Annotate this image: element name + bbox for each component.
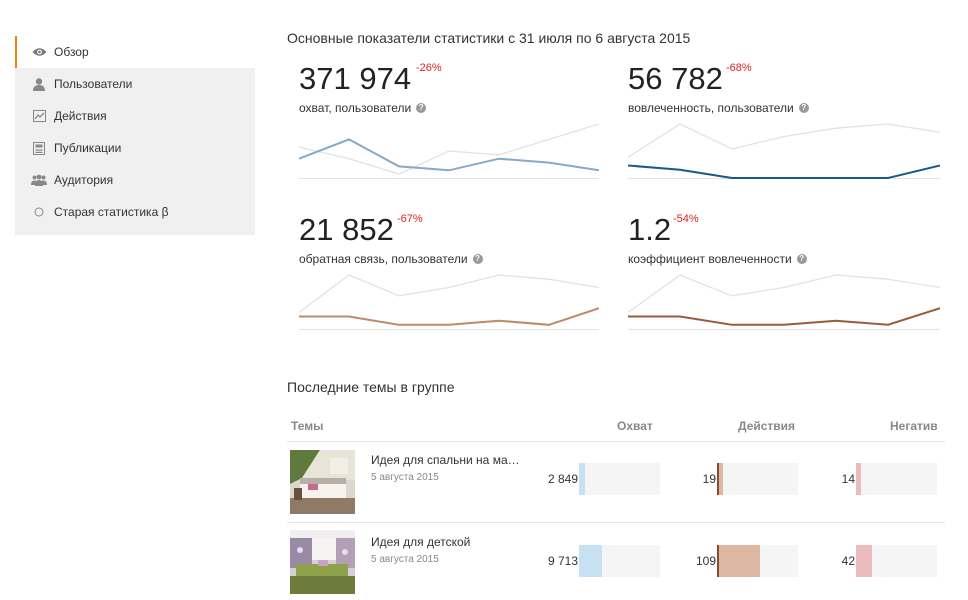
actions-bar bbox=[717, 463, 798, 495]
actions-bar-fill bbox=[717, 545, 760, 577]
topic-title[interactable]: Идея для спальни на ма… bbox=[371, 453, 520, 467]
stat-label-text: охват, пользователи bbox=[299, 101, 412, 115]
negative-value: 14 bbox=[841, 472, 855, 486]
stats-title: Основные показатели статистики с 31 июля… bbox=[287, 30, 691, 46]
sparkline bbox=[299, 123, 599, 179]
sidebar-item-label: Аудитория bbox=[54, 173, 114, 187]
topic-thumbnail[interactable] bbox=[290, 450, 355, 514]
sparkline bbox=[628, 274, 940, 330]
column-header-reach[interactable]: Охват bbox=[617, 419, 653, 433]
group-icon bbox=[31, 172, 47, 188]
stat-card-feedback: 21 852 -67% обратная связь, пользователи… bbox=[287, 213, 599, 345]
help-icon[interactable]: ? bbox=[472, 254, 483, 264]
sidebar-item-label: Старая статистика β bbox=[54, 205, 169, 219]
reach-cell: 2 849 bbox=[537, 463, 660, 495]
stat-value: 1.2 bbox=[628, 212, 672, 247]
stat-delta: -67% bbox=[397, 213, 423, 225]
stat-delta: -68% bbox=[726, 62, 752, 74]
negative-bar-fill bbox=[856, 545, 873, 577]
stat-card-engagement-rate: 1.2 -54% коэффициент вовлеченности? bbox=[616, 212, 940, 345]
stat-value: 371 974 bbox=[299, 61, 412, 96]
actions-bar bbox=[717, 545, 798, 577]
reach-value: 2 849 bbox=[547, 472, 578, 486]
topics-title: Последние темы в группе bbox=[287, 379, 455, 395]
sidebar-item-label: Публикации bbox=[54, 141, 122, 155]
help-icon[interactable]: ? bbox=[416, 103, 427, 113]
reach-bar-fill bbox=[579, 463, 585, 495]
line-chart-icon bbox=[31, 108, 47, 124]
publication-icon bbox=[31, 140, 47, 156]
sidebar-item-audience[interactable]: Аудитория bbox=[15, 164, 255, 196]
sparkline-previous bbox=[299, 123, 599, 175]
sidebar-item-publications[interactable]: Публикации bbox=[15, 132, 255, 164]
column-header-negative[interactable]: Негатив bbox=[890, 419, 938, 433]
sidebar-item-overview[interactable]: Обзор bbox=[15, 36, 255, 68]
negative-cell: 14 bbox=[832, 463, 937, 495]
reach-bar bbox=[579, 545, 660, 577]
negative-cell: 42 bbox=[832, 545, 937, 577]
reach-bar bbox=[579, 463, 660, 495]
negative-bar-fill bbox=[856, 463, 861, 495]
stat-card-engagement: 56 782 -68% вовлеченность, пользователи? bbox=[616, 61, 940, 194]
stat-label-text: коэффициент вовлеченности bbox=[628, 252, 792, 266]
stat-label: обратная связь, пользователи? bbox=[299, 252, 483, 266]
column-header-topics: Темы bbox=[291, 419, 324, 433]
sidebar-item-label: Обзор bbox=[54, 45, 89, 59]
sparkline-current bbox=[628, 164, 940, 179]
negative-value: 42 bbox=[841, 554, 855, 568]
negative-bar bbox=[856, 463, 937, 495]
negative-bar bbox=[856, 545, 937, 577]
stat-card-reach: 371 974 -26% охват, пользователи? bbox=[287, 62, 599, 194]
stat-value: 21 852 bbox=[299, 212, 394, 247]
sparkline-current bbox=[628, 307, 940, 326]
actions-cell: 109 bbox=[692, 545, 798, 577]
sidebar-item-users[interactable]: Пользователи bbox=[15, 68, 255, 100]
sidebar-item-label: Действия bbox=[54, 109, 107, 123]
stat-label: коэффициент вовлеченности? bbox=[628, 252, 807, 266]
sparkline bbox=[299, 274, 599, 330]
actions-bar-fill bbox=[717, 463, 724, 495]
table-row[interactable]: Идея для спальни на ма… 5 августа 2015 2… bbox=[287, 442, 945, 523]
reach-value: 9 713 bbox=[547, 554, 578, 568]
help-icon[interactable]: ? bbox=[798, 103, 809, 113]
topic-thumbnail[interactable] bbox=[290, 530, 355, 594]
sidebar-item-label: Пользователи bbox=[54, 77, 133, 91]
topic-date: 5 августа 2015 bbox=[371, 472, 439, 483]
sparkline-current bbox=[299, 307, 599, 326]
sidebar-item-old-stats[interactable]: Старая статистика β bbox=[15, 196, 255, 228]
topic-date: 5 августа 2015 bbox=[371, 554, 439, 565]
user-icon bbox=[31, 76, 47, 92]
stat-value: 56 782 bbox=[628, 61, 723, 96]
stat-label: вовлеченность, пользователи? bbox=[628, 101, 809, 115]
sparkline-previous bbox=[628, 123, 940, 158]
sidebar: Обзор Пользователи Действия Публикации А… bbox=[15, 36, 255, 235]
stat-delta: -54% bbox=[673, 213, 699, 225]
sidebar-item-actions[interactable]: Действия bbox=[15, 100, 255, 132]
table-header: Темы Охват Действия Негатив bbox=[287, 412, 945, 442]
stat-label: охват, пользователи? bbox=[299, 101, 427, 115]
topic-title[interactable]: Идея для детской bbox=[371, 535, 470, 549]
actions-cell: 19 bbox=[692, 463, 798, 495]
table-row[interactable]: Идея для детской 5 августа 2015 9 713 10… bbox=[287, 524, 945, 600]
reach-bar-fill bbox=[579, 545, 602, 577]
sparkline-current bbox=[299, 138, 599, 172]
sparkline-previous bbox=[628, 274, 940, 313]
stat-label-text: обратная связь, пользователи bbox=[299, 252, 468, 266]
help-icon[interactable]: ? bbox=[796, 254, 807, 264]
stat-delta: -26% bbox=[416, 62, 442, 74]
reach-cell: 9 713 bbox=[537, 545, 660, 577]
eye-icon bbox=[31, 44, 47, 60]
stat-label-text: вовлеченность, пользователи bbox=[628, 101, 794, 115]
actions-value: 19 bbox=[702, 472, 716, 486]
sparkline bbox=[628, 123, 940, 179]
column-header-actions[interactable]: Действия bbox=[738, 419, 795, 433]
sparkline-previous bbox=[299, 274, 599, 313]
actions-value: 109 bbox=[695, 554, 716, 568]
circle-icon bbox=[31, 204, 47, 220]
